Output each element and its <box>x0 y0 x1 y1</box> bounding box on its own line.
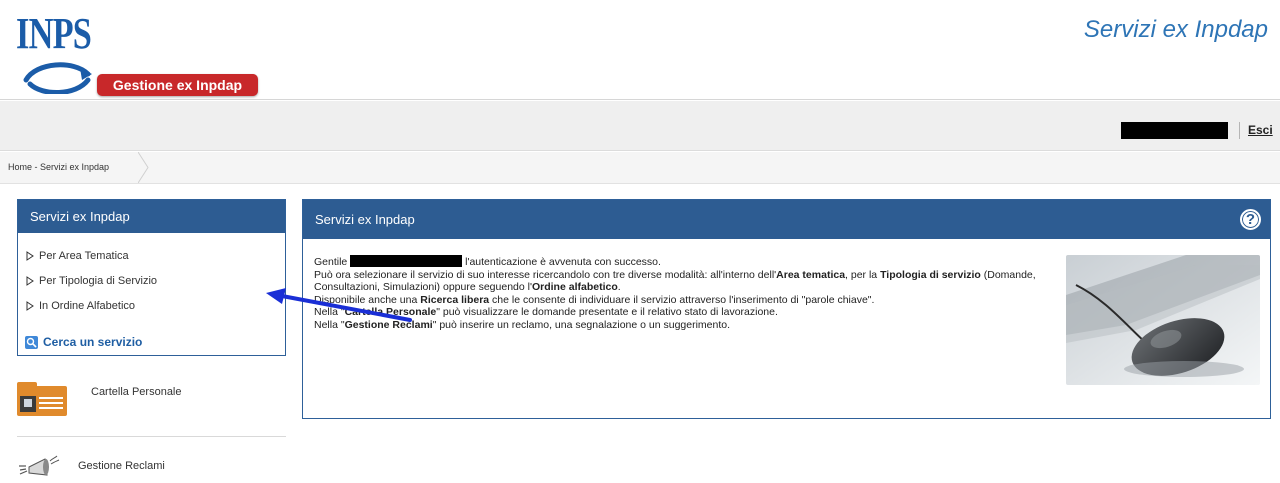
gestione-reclami-label: Gestione Reclami <box>78 460 165 472</box>
search-paragraph: Disponibile anche una Ricerca libera che… <box>314 294 1059 307</box>
breadcrumb-separator-icon <box>138 152 149 183</box>
sidebar-item-label: Per Area Tematica <box>39 250 129 262</box>
reclami-paragraph: Nella "Gestione Reclami" può inserire un… <box>314 319 1059 332</box>
site-title: Servizi ex Inpdap <box>1083 16 1268 43</box>
search-service-label: Cerca un servizio <box>43 335 143 349</box>
welcome-suffix: l'autenticazione è avvenuta con successo… <box>465 256 661 268</box>
sidebar-item-ordine-alfabetico[interactable]: In Ordine Alfabetico <box>26 300 135 312</box>
text-bold: Ricerca libera <box>420 293 490 306</box>
sidebar-item-label: In Ordine Alfabetico <box>39 300 136 312</box>
redacted-username <box>350 255 463 267</box>
welcome-prefix: Gentile <box>314 256 348 268</box>
cartella-paragraph: Nella "Cartella Personale" può visualizz… <box>314 306 1059 319</box>
divider <box>1239 122 1240 139</box>
text-bold: Ordine alfabetico <box>531 281 618 293</box>
logout-link[interactable]: Esci <box>1248 123 1273 137</box>
triangle-bullet-icon <box>26 251 34 261</box>
gestione-reclami-link[interactable]: Gestione Reclami <box>17 455 287 483</box>
sidebar-item-area-tematica[interactable]: Per Area Tematica <box>26 250 129 262</box>
computer-mouse-image <box>1066 255 1260 385</box>
inps-logo-icon <box>23 62 92 94</box>
text-fragment: . <box>617 281 621 293</box>
text-fragment: Nella " <box>314 306 345 318</box>
triangle-bullet-icon <box>26 301 34 311</box>
triangle-bullet-icon <box>26 276 34 286</box>
text-bold: Tipologia di servizio <box>880 268 981 281</box>
text-fragment: Nella " <box>314 318 345 331</box>
text-fragment: , per la <box>845 268 881 281</box>
user-bar: Esci <box>0 101 1280 151</box>
logo-wordmark: INPS <box>16 9 92 58</box>
text-fragment: Disponibile anche una <box>314 293 421 306</box>
inps-logo[interactable]: INPS Gestione ex Inpdap <box>14 8 264 98</box>
breadcrumb-item[interactable]: Home - Servizi ex Inpdap <box>0 152 124 183</box>
megaphone-icon <box>19 455 60 476</box>
text-fragment: che le consente di individuare il serviz… <box>489 293 875 306</box>
sidebar-title: Servizi ex Inpdap <box>18 200 285 233</box>
main-title-text: Servizi ex Inpdap <box>315 212 415 227</box>
text-bold: Area tematica <box>776 268 846 281</box>
sidebar-item-tipologia[interactable]: Per Tipologia di Servizio <box>26 275 157 287</box>
site-header: INPS Gestione ex Inpdap Servizi ex Inpda… <box>0 0 1280 100</box>
search-service-link[interactable]: Cerca un servizio <box>25 335 142 349</box>
text-fragment: Può ora selezionare il servizio di suo i… <box>314 268 777 281</box>
logo-badge: Gestione ex Inpdap <box>97 74 258 96</box>
breadcrumb: Home - Servizi ex Inpdap <box>0 152 1280 184</box>
redacted-username <box>1121 122 1228 139</box>
divider <box>17 436 286 437</box>
sidebar-panel: Servizi ex Inpdap Per Area Tematica Per … <box>17 199 286 356</box>
help-icon[interactable]: ? <box>1240 209 1261 230</box>
welcome-line: Gentile l'autenticazione è avvenuta con … <box>314 255 1059 269</box>
main-panel: Servizi ex Inpdap ? Gentile l'autenticaz… <box>302 199 1271 419</box>
text-bold: Gestione Reclami <box>344 318 433 331</box>
text-fragment: " può inserire un reclamo, una segnalazi… <box>432 318 731 331</box>
search-icon <box>25 335 38 349</box>
sidebar-item-label: Per Tipologia di Servizio <box>39 275 158 287</box>
welcome-text: Gentile l'autenticazione è avvenuta con … <box>314 255 1059 331</box>
instructions-paragraph: Può ora selezionare il servizio di suo i… <box>314 269 1059 294</box>
cartella-personale-link[interactable]: Cartella Personale <box>17 380 287 420</box>
text-bold: Cartella Personale <box>344 306 437 318</box>
folder-card-icon <box>17 382 67 416</box>
cartella-personale-label: Cartella Personale <box>91 386 182 398</box>
text-fragment: " può visualizzare le domande presentate… <box>436 306 778 318</box>
page: INPS Gestione ex Inpdap Servizi ex Inpda… <box>0 0 1280 483</box>
main-title: Servizi ex Inpdap ? <box>303 200 1270 239</box>
